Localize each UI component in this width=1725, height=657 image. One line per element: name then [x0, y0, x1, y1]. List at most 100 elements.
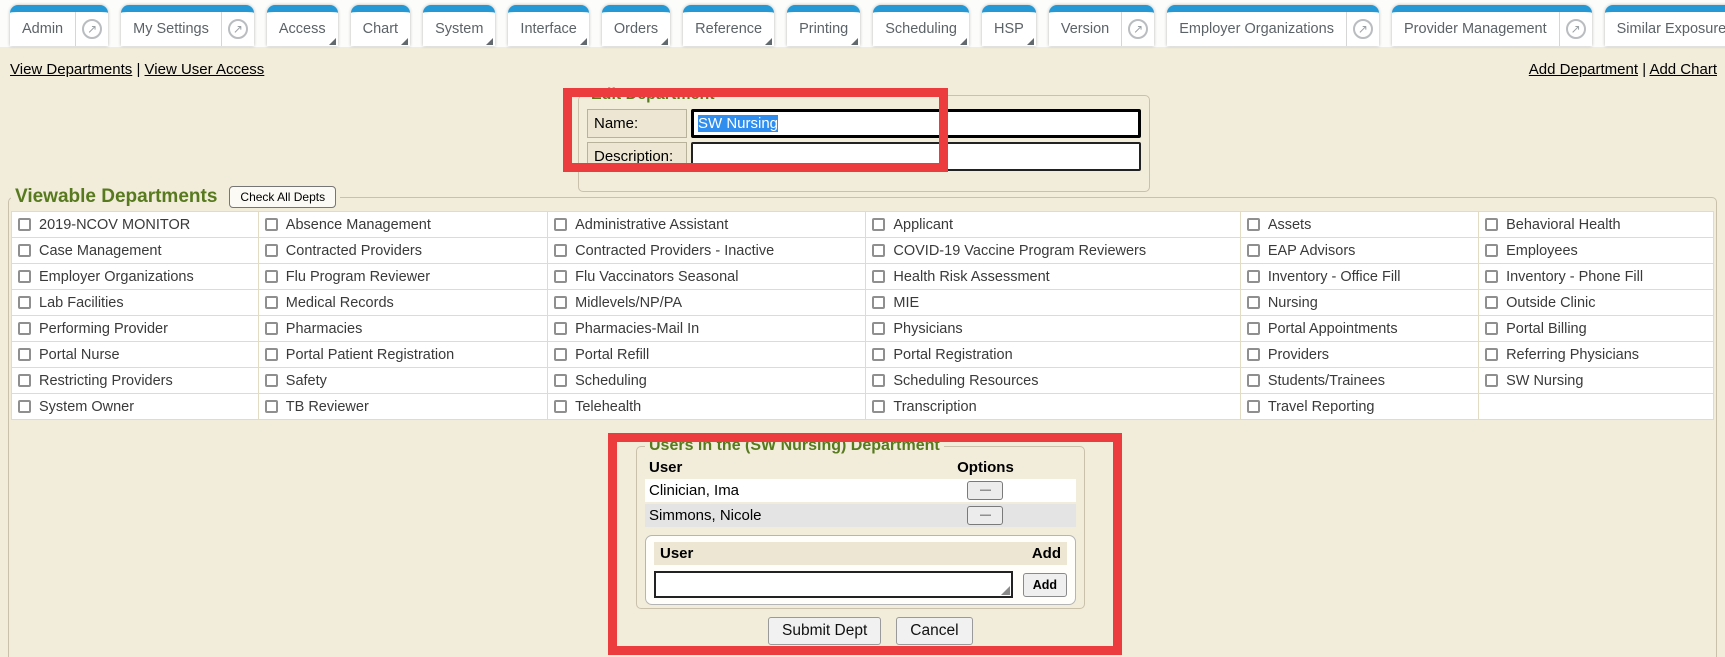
department-checkbox[interactable] — [1247, 296, 1260, 309]
remove-user-button[interactable]: — — [967, 481, 1003, 500]
department-cell-applicant: Applicant — [866, 212, 1240, 238]
department-label: Administrative Assistant — [575, 217, 728, 233]
popout-icon[interactable]: ↗ — [1559, 12, 1592, 46]
department-checkbox[interactable] — [554, 218, 567, 231]
department-checkbox[interactable] — [1247, 348, 1260, 361]
department-checkbox[interactable] — [18, 218, 31, 231]
department-checkbox[interactable] — [1485, 374, 1498, 387]
tab-hsp[interactable]: HSP — [982, 5, 1036, 46]
department-name-input[interactable]: SW Nursing — [691, 109, 1141, 138]
department-label: Performing Provider — [39, 321, 168, 337]
tab-system[interactable]: System — [423, 5, 495, 46]
department-cell-performing-provider: Performing Provider — [12, 316, 259, 342]
department-checkbox[interactable] — [1247, 374, 1260, 387]
department-checkbox[interactable] — [1485, 296, 1498, 309]
department-checkbox[interactable] — [265, 374, 278, 387]
department-checkbox[interactable] — [1247, 244, 1260, 257]
department-cell-safety: Safety — [258, 368, 547, 394]
department-checkbox[interactable] — [265, 296, 278, 309]
tab-interface[interactable]: Interface — [508, 5, 588, 46]
department-checkbox[interactable] — [1247, 400, 1260, 413]
users-header-row: User Options — [645, 456, 1076, 479]
department-checkbox[interactable] — [554, 348, 567, 361]
department-cell-portal-refill: Portal Refill — [548, 342, 866, 368]
department-checkbox[interactable] — [265, 322, 278, 335]
department-checkbox[interactable] — [554, 400, 567, 413]
cancel-button[interactable]: Cancel — [896, 617, 972, 645]
department-checkbox[interactable] — [1247, 322, 1260, 335]
department-checkbox[interactable] — [1247, 218, 1260, 231]
submit-dept-button[interactable]: Submit Dept — [768, 617, 881, 645]
department-checkbox[interactable] — [18, 244, 31, 257]
department-checkbox[interactable] — [18, 400, 31, 413]
tab-admin[interactable]: Admin↗ — [10, 5, 108, 46]
name-label: Name: — [587, 109, 687, 138]
check-all-depts-button[interactable]: Check All Depts — [229, 186, 336, 208]
department-checkbox[interactable] — [554, 244, 567, 257]
department-label: Travel Reporting — [1268, 399, 1375, 415]
department-users-table: User Options Clinician, Ima—Simmons, Nic… — [645, 456, 1076, 529]
tab-my-settings[interactable]: My Settings↗ — [121, 5, 254, 46]
department-checkbox[interactable] — [872, 348, 885, 361]
department-label: Assets — [1268, 217, 1312, 233]
tab-similar-exposure-groups-segs[interactable]: Similar Exposure Groups (SEGs)↗ — [1605, 5, 1725, 46]
tab-version[interactable]: Version↗ — [1049, 5, 1154, 46]
popout-icon[interactable]: ↗ — [75, 12, 108, 46]
tab-reference[interactable]: Reference — [683, 5, 774, 46]
department-checkbox[interactable] — [554, 322, 567, 335]
department-checkbox[interactable] — [1485, 218, 1498, 231]
department-checkbox[interactable] — [265, 348, 278, 361]
department-checkbox[interactable] — [872, 296, 885, 309]
remove-user-button[interactable]: — — [967, 506, 1003, 525]
view-departments-link[interactable]: View Departments — [10, 61, 132, 78]
department-checkbox[interactable] — [872, 218, 885, 231]
add-chart-link[interactable]: Add Chart — [1649, 61, 1717, 78]
department-cell-referring-physicians: Referring Physicians — [1479, 342, 1714, 368]
view-user-access-link[interactable]: View User Access — [145, 61, 265, 78]
add-user-input[interactable] — [654, 571, 1013, 598]
department-label: SW Nursing — [1506, 373, 1583, 389]
department-checkbox[interactable] — [265, 218, 278, 231]
department-checkbox[interactable] — [18, 348, 31, 361]
tab-chart[interactable]: Chart — [351, 5, 410, 46]
department-checkbox[interactable] — [265, 244, 278, 257]
department-checkbox[interactable] — [872, 322, 885, 335]
tab-employer-organizations[interactable]: Employer Organizations↗ — [1167, 5, 1379, 46]
tab-access[interactable]: Access — [267, 5, 338, 46]
department-checkbox[interactable] — [554, 270, 567, 283]
department-checkbox[interactable] — [872, 270, 885, 283]
department-checkbox[interactable] — [18, 270, 31, 283]
department-checkbox[interactable] — [1247, 270, 1260, 283]
add-user-button[interactable]: Add — [1023, 573, 1067, 597]
department-cell-case-management: Case Management — [12, 238, 259, 264]
add-department-link[interactable]: Add Department — [1529, 61, 1638, 78]
tab-scheduling[interactable]: Scheduling — [873, 5, 969, 46]
tab-orders[interactable]: Orders — [602, 5, 670, 46]
department-checkbox[interactable] — [554, 374, 567, 387]
department-checkbox[interactable] — [1485, 270, 1498, 283]
department-checkbox[interactable] — [1485, 322, 1498, 335]
department-label: Portal Refill — [575, 347, 649, 363]
department-label: Case Management — [39, 243, 162, 259]
department-checkbox[interactable] — [1485, 244, 1498, 257]
popout-icon[interactable]: ↗ — [1121, 12, 1154, 46]
popout-icon[interactable]: ↗ — [221, 12, 254, 46]
department-checkbox[interactable] — [872, 374, 885, 387]
department-checkbox[interactable] — [265, 270, 278, 283]
department-checkbox[interactable] — [554, 296, 567, 309]
department-checkbox[interactable] — [18, 322, 31, 335]
department-checkbox[interactable] — [18, 374, 31, 387]
selected-text: SW Nursing — [698, 115, 778, 132]
add-user-box: User Add Add — [645, 535, 1076, 605]
popout-icon[interactable]: ↗ — [1346, 12, 1379, 46]
form-actions: Submit Dept Cancel — [768, 617, 973, 645]
department-checkbox[interactable] — [1485, 348, 1498, 361]
department-description-input[interactable] — [691, 142, 1141, 171]
department-checkbox[interactable] — [872, 244, 885, 257]
department-label: Portal Appointments — [1268, 321, 1398, 337]
tab-printing[interactable]: Printing — [787, 5, 860, 46]
department-checkbox[interactable] — [872, 400, 885, 413]
department-checkbox[interactable] — [265, 400, 278, 413]
tab-provider-management[interactable]: Provider Management↗ — [1392, 5, 1592, 46]
department-checkbox[interactable] — [18, 296, 31, 309]
